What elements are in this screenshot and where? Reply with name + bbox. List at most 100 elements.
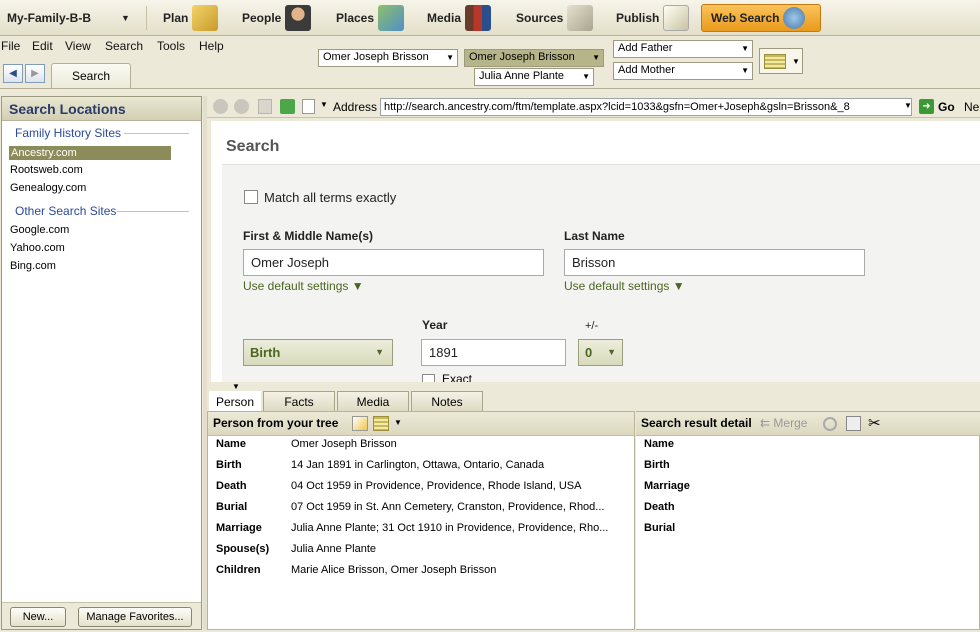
site-bing[interactable]: Bing.com [10,260,56,272]
panel-header: Person from your tree ▼ [208,412,634,436]
dropdown-arrow-icon: ▼ [592,53,600,62]
match-exact-checkbox[interactable] [244,190,258,204]
back-arrow-icon: ◀ [9,68,17,79]
publish-button[interactable]: Publish [616,0,690,36]
sources-icon [567,5,594,31]
site-yahoo[interactable]: Yahoo.com [10,242,65,254]
scissors-icon[interactable]: ✂ [868,414,881,432]
year-range-select[interactable]: 0 ▼ [578,339,623,366]
tab-search[interactable]: Search [51,63,131,88]
plan-button[interactable]: Plan [163,0,219,36]
books-icon [465,5,492,31]
chevron-down-icon: ▼ [121,13,130,23]
tab-notes[interactable]: Notes [411,391,483,411]
go-arrow-icon[interactable]: ➜ [919,99,934,114]
panel-title: Search Locations [2,97,201,121]
map-icon [378,5,405,31]
person-from-tree-panel: Person from your tree ▼ Name Omer Joseph… [207,411,635,630]
father-selector[interactable]: Omer Joseph Brisson ▼ [318,49,458,67]
row-value: Omer Joseph Brisson [291,438,397,450]
menu-search[interactable]: Search [105,39,143,53]
stop-icon[interactable] [258,99,272,114]
ignore-icon[interactable] [823,417,837,431]
last-name-default-settings[interactable]: Use default settings ▼ [564,279,685,293]
list-icon[interactable] [373,416,389,431]
dropdown-arrow-icon: ▼ [446,53,454,62]
page-icon[interactable] [302,99,315,114]
browser-forward-icon[interactable] [234,99,249,114]
row-key: Name [216,438,246,450]
page-title: Search [226,138,280,155]
new-button[interactable]: New... [10,607,66,627]
event-select[interactable]: Birth ▼ [243,339,393,366]
site-ancestry[interactable]: Ancestry.com [9,146,171,160]
refresh-icon[interactable] [280,99,295,114]
chevron-down-icon[interactable]: ▼ [394,418,402,427]
back-button[interactable]: ◀ [3,64,23,83]
panel-header: Search result detail ⇇ Merge ✂ [636,412,980,436]
row-key: Spouse(s) [216,543,270,555]
year-input[interactable]: 1891 [421,339,566,366]
menu-help[interactable]: Help [199,39,224,53]
web-search-button[interactable]: Web Search [701,4,821,32]
web-content: Search Match all terms exactly First & M… [211,121,980,383]
row-key: Death [216,480,247,492]
menu-edit[interactable]: Edit [32,39,53,53]
tree-name: My-Family-B-B [7,11,92,25]
browser-toolbar: ▼ Address http://search.ancestry.com/ftm… [207,96,980,118]
plan-icon [192,5,219,31]
media-button[interactable]: Media [427,0,492,36]
row-key: Children [216,564,261,576]
list-icon [764,54,786,69]
tab-facts[interactable]: Facts [263,391,335,411]
result-row: Death [644,501,675,513]
next-button[interactable]: Ne [964,100,979,114]
tab-media[interactable]: Media [337,391,409,411]
row-value: 14 Jan 1891 in Carlington, Ottawa, Ontar… [291,459,545,471]
globe-icon [783,7,806,29]
tree-selector[interactable]: My-Family-B-B ▼ [7,0,130,36]
places-button[interactable]: Places [336,0,405,36]
last-name-input[interactable]: Brisson [564,249,865,276]
edit-icon[interactable] [352,416,368,431]
row-value: Julia Anne Plante [291,543,377,555]
browser-back-icon[interactable] [213,99,228,114]
spouse-selector[interactable]: Julia Anne Plante ▼ [474,68,594,86]
current-person-selector[interactable]: Omer Joseph Brisson ▼ [464,49,604,67]
address-label: Address [333,100,378,114]
menu-bar: File Edit View Search Tools Help [0,37,300,57]
site-genealogy[interactable]: Genealogy.com [10,182,86,194]
collapse-arrow-icon[interactable]: ▼ [232,382,240,391]
tab-person[interactable]: Person [209,391,261,411]
forward-button[interactable]: ▶ [25,64,45,83]
people-icon [285,5,312,31]
menu-view[interactable]: View [65,39,91,53]
merge-arrows-icon: ⇇ [760,416,771,430]
address-input[interactable]: http://search.ancestry.com/ftm/template.… [380,98,912,116]
main-toolbar: My-Family-B-B ▼ Plan People Places Media… [0,0,980,36]
site-google[interactable]: Google.com [10,224,69,236]
chevron-down-icon[interactable]: ▼ [320,100,328,109]
add-father-button[interactable]: Add Father ▼ [613,40,753,58]
first-name-input[interactable]: Omer Joseph [243,249,544,276]
search-form: Match all terms exactly First & Middle N… [222,164,980,383]
menu-tools[interactable]: Tools [157,39,185,53]
attach-icon[interactable] [846,416,861,431]
add-mother-button[interactable]: Add Mother ▼ [613,62,753,80]
row-key: Marriage [216,522,262,534]
site-rootsweb[interactable]: Rootsweb.com [10,164,83,176]
menu-file[interactable]: File [1,39,20,53]
go-button[interactable]: Go [938,100,955,114]
horizontal-splitter[interactable]: ▼ [207,382,980,391]
sources-button[interactable]: Sources [516,0,594,36]
manage-favorites-button[interactable]: Manage Favorites... [78,607,192,627]
publish-icon [663,5,690,31]
result-row: Birth [644,459,670,471]
chevron-down-icon[interactable]: ▼ [904,101,912,110]
merge-button[interactable]: ⇇ Merge [760,416,807,430]
first-name-label: First & Middle Name(s) [243,229,374,243]
people-button[interactable]: People [242,0,312,36]
first-name-default-settings[interactable]: Use default settings ▼ [243,279,364,293]
family-view-menu[interactable]: ▼ [759,48,803,74]
chevron-down-icon: ▼ [375,347,384,357]
